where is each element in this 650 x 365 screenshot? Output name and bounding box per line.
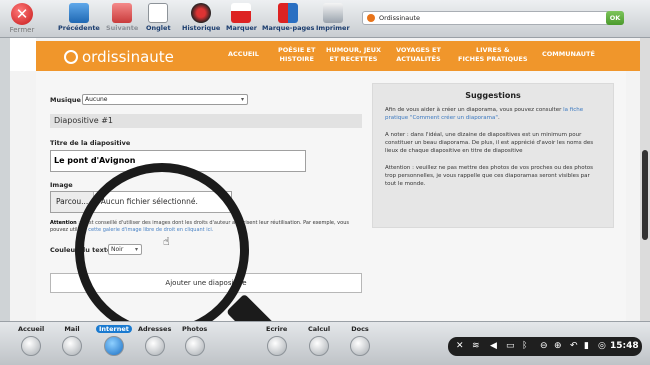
- tools-icon[interactable]: ✕: [456, 337, 464, 356]
- image-label: Image: [50, 181, 73, 189]
- history-icon: [191, 3, 212, 23]
- music-label: Musique: [50, 96, 81, 104]
- trash-icon[interactable]: ▮: [584, 337, 589, 356]
- suggestions-title: Suggestions: [465, 91, 521, 100]
- clock: 15:48: [610, 341, 639, 351]
- nav-voyages[interactable]: VOYAGES ET ACTUALITÉS: [396, 46, 441, 64]
- slide-title-label: Titre de la diapositive: [50, 139, 131, 147]
- page-scrollbar[interactable]: [640, 38, 650, 321]
- contacts-icon: [144, 336, 165, 356]
- suggestions-note: A noter : dans l'idéal, une dizaine de d…: [385, 132, 594, 154]
- dock-mail[interactable]: Mail: [62, 325, 82, 356]
- scrollbar-thumb[interactable]: [642, 150, 648, 240]
- forward-button[interactable]: Suivante: [106, 3, 138, 32]
- home-icon: [21, 336, 42, 356]
- hand-cursor-icon: ☝: [163, 235, 170, 248]
- photos-icon: [184, 336, 205, 356]
- dock-docs[interactable]: Docs: [350, 325, 370, 356]
- battery-icon[interactable]: ▭: [506, 337, 515, 356]
- magnifier-lens: [75, 163, 249, 337]
- mail-icon: [62, 336, 82, 356]
- bookmarks-icon: [278, 3, 299, 23]
- write-icon: [266, 336, 287, 356]
- nav-accueil[interactable]: ACCUEIL: [228, 50, 259, 59]
- back-button[interactable]: Précédente: [58, 3, 100, 32]
- tab-icon: [148, 3, 169, 23]
- dock-calcul[interactable]: Calcul: [308, 325, 330, 356]
- go-button[interactable]: OK: [606, 11, 624, 25]
- music-select[interactable]: Aucune ▾: [82, 94, 248, 105]
- nav-communaute[interactable]: COMMUNAUTÉ: [542, 50, 595, 59]
- bookmark-icon: [231, 3, 252, 23]
- documents-icon: [350, 336, 370, 356]
- dock-adresses[interactable]: Adresses: [138, 325, 171, 356]
- nav-poesie[interactable]: POÉSIE ET HISTOIRE: [278, 46, 315, 64]
- slide-header: Diapositive #1: [50, 114, 362, 128]
- undo-icon[interactable]: ↶: [570, 337, 578, 356]
- nav-humour[interactable]: HUMOUR, JEUX ET RECETTES: [326, 46, 381, 64]
- history-button[interactable]: Historique: [182, 3, 220, 32]
- zoom-out-icon[interactable]: ⊖: [540, 337, 548, 356]
- suggestions-panel: Suggestions Afin de vous aider à créer u…: [372, 83, 614, 228]
- help-icon[interactable]: ◎: [598, 337, 606, 356]
- dock-accueil[interactable]: Accueil: [18, 325, 44, 356]
- suggestions-warning: Attention : veuillez ne pas mettre des p…: [385, 165, 594, 187]
- volume-icon[interactable]: ◀: [490, 337, 497, 356]
- dock-photos[interactable]: Photos: [182, 325, 207, 356]
- site-header: ordissinaute ACCUEIL POÉSIE ET HISTOIRE …: [36, 41, 640, 71]
- print-button[interactable]: Imprimer: [316, 3, 350, 32]
- browser-toolbar: ✕ Fermer Précédente Suivante Onglet Hist…: [0, 0, 650, 38]
- close-icon: ✕: [11, 3, 33, 25]
- dock-ecrire[interactable]: Ecrire: [266, 325, 287, 356]
- close-button[interactable]: ✕ Fermer: [5, 3, 39, 37]
- back-arrow-icon: [68, 3, 89, 23]
- dock-internet[interactable]: Internet: [96, 325, 132, 356]
- wifi-icon[interactable]: ≋: [472, 337, 480, 356]
- printer-icon: [322, 3, 343, 23]
- site-favicon-icon: [367, 14, 375, 22]
- header-spacer: [10, 38, 36, 71]
- globe-icon: [103, 336, 124, 356]
- bookmarks-list-button[interactable]: Marque-pages: [262, 3, 314, 32]
- system-tray: ✕ ≋ ◀ ▭ ᛒ ⊖ ⊕ ↶ ▮ ◎ 15:48: [448, 337, 642, 356]
- nav-livres[interactable]: LIVRES & FICHES PRATIQUES: [458, 46, 528, 64]
- logo-icon: [64, 50, 78, 64]
- forward-arrow-icon: [112, 3, 133, 23]
- bookmark-button[interactable]: Marquer: [226, 3, 257, 32]
- new-tab-button[interactable]: Onglet: [146, 3, 171, 32]
- suggestions-intro: Afin de vous aider à créer un diaporama,…: [385, 107, 584, 121]
- bluetooth-icon[interactable]: ᛒ: [522, 337, 527, 356]
- address-bar[interactable]: Ordissinaute: [362, 11, 624, 25]
- calculator-icon: [309, 336, 330, 356]
- zoom-in-icon[interactable]: ⊕: [554, 337, 562, 356]
- site-logo[interactable]: ordissinaute: [64, 48, 174, 66]
- chevron-down-icon: ▾: [240, 96, 244, 103]
